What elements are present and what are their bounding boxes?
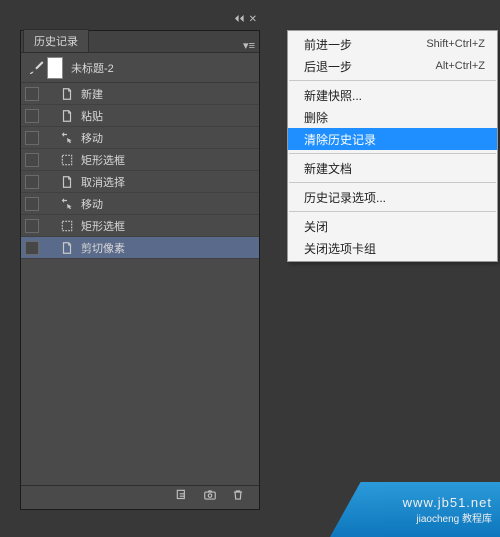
new-doc-from-state-icon[interactable] — [175, 488, 189, 507]
menu-item-shortcut: Alt+Ctrl+Z — [435, 60, 485, 72]
history-panel: ⏴⏴ ✕ 历史记录 ▾≡ 未标题-2 新建粘贴移动矩形选框取消选择移动矩形选框剪… — [20, 30, 260, 510]
menu-separator — [289, 80, 496, 81]
panel-menu-icon[interactable]: ▾≡ — [243, 39, 255, 52]
history-row-label: 新建 — [81, 86, 103, 102]
menu-item-label: 前进一步 — [304, 36, 426, 53]
doc-icon — [59, 174, 75, 190]
history-visibility-toggle[interactable] — [25, 175, 39, 189]
move-icon — [59, 196, 75, 212]
menu-item-label: 关闭选项卡组 — [304, 240, 485, 257]
history-visibility-toggle[interactable] — [25, 131, 39, 145]
menu-item-label: 关闭 — [304, 218, 485, 235]
tab-history[interactable]: 历史记录 — [23, 29, 89, 52]
doc-icon — [59, 240, 75, 256]
marq-icon — [59, 152, 75, 168]
move-icon — [59, 130, 75, 146]
menu-item-label: 新建文档 — [304, 160, 485, 177]
history-row-label: 矩形选框 — [81, 218, 125, 234]
history-row[interactable]: 矩形选框 — [21, 149, 259, 171]
menu-item[interactable]: 删除 — [288, 106, 497, 128]
history-visibility-toggle[interactable] — [25, 241, 39, 255]
menu-item[interactable]: 清除历史记录 — [288, 128, 497, 150]
history-row[interactable]: 取消选择 — [21, 171, 259, 193]
menu-item[interactable]: 后退一步Alt+Ctrl+Z — [288, 55, 497, 77]
history-visibility-toggle[interactable] — [25, 153, 39, 167]
menu-item-label: 后退一步 — [304, 58, 435, 75]
panel-collapse-icon[interactable]: ⏴⏴ — [235, 14, 245, 25]
menu-item-label: 删除 — [304, 109, 485, 126]
history-row-label: 矩形选框 — [81, 152, 125, 168]
menu-item-label: 新建快照... — [304, 87, 485, 104]
doc-icon — [59, 86, 75, 102]
watermark-line2: jiaocheng 教程库 — [416, 510, 492, 525]
history-row[interactable]: 粘贴 — [21, 105, 259, 127]
menu-item[interactable]: 历史记录选项... — [288, 186, 497, 208]
trash-icon[interactable] — [231, 488, 245, 507]
panel-footer — [21, 485, 259, 509]
menu-separator — [289, 211, 496, 212]
history-row-label: 粘贴 — [81, 108, 103, 124]
history-row[interactable]: 剪切像素 — [21, 237, 259, 259]
history-visibility-toggle[interactable] — [25, 109, 39, 123]
snapshot-label: 未标题-2 — [71, 60, 114, 76]
menu-item[interactable]: 新建快照... — [288, 84, 497, 106]
history-row[interactable]: 矩形选框 — [21, 215, 259, 237]
doc-icon — [59, 108, 75, 124]
watermark-line1: www.jb51.net — [403, 495, 492, 510]
history-row-label: 移动 — [81, 196, 103, 212]
marq-icon — [59, 218, 75, 234]
watermark: www.jb51.net jiaocheng 教程库 — [330, 482, 500, 537]
history-row[interactable]: 新建 — [21, 83, 259, 105]
menu-item[interactable]: 关闭选项卡组 — [288, 237, 497, 259]
menu-item-shortcut: Shift+Ctrl+Z — [426, 38, 485, 50]
history-visibility-toggle[interactable] — [25, 87, 39, 101]
history-visibility-toggle[interactable] — [25, 219, 39, 233]
menu-item-label: 清除历史记录 — [304, 131, 485, 148]
history-row[interactable]: 移动 — [21, 127, 259, 149]
panel-controls: ⏴⏴ ✕ — [235, 14, 257, 25]
menu-item[interactable]: 前进一步Shift+Ctrl+Z — [288, 33, 497, 55]
panel-tabbar: 历史记录 ▾≡ — [21, 31, 259, 53]
snapshot-thumbnail — [47, 57, 63, 79]
menu-item-label: 历史记录选项... — [304, 189, 485, 206]
menu-item[interactable]: 关闭 — [288, 215, 497, 237]
menu-separator — [289, 153, 496, 154]
snapshot-camera-icon[interactable] — [203, 488, 217, 507]
history-context-menu: 前进一步Shift+Ctrl+Z后退一步Alt+Ctrl+Z新建快照...删除清… — [287, 30, 498, 262]
history-row-label: 取消选择 — [81, 174, 125, 190]
brush-icon — [27, 59, 45, 77]
history-row-label: 移动 — [81, 130, 103, 146]
panel-close-icon[interactable]: ✕ — [249, 14, 257, 25]
snapshot-row[interactable]: 未标题-2 — [21, 53, 259, 83]
history-list: 新建粘贴移动矩形选框取消选择移动矩形选框剪切像素 — [21, 83, 259, 259]
menu-separator — [289, 182, 496, 183]
history-row[interactable]: 移动 — [21, 193, 259, 215]
menu-item[interactable]: 新建文档 — [288, 157, 497, 179]
history-visibility-toggle[interactable] — [25, 197, 39, 211]
history-row-label: 剪切像素 — [81, 240, 125, 256]
